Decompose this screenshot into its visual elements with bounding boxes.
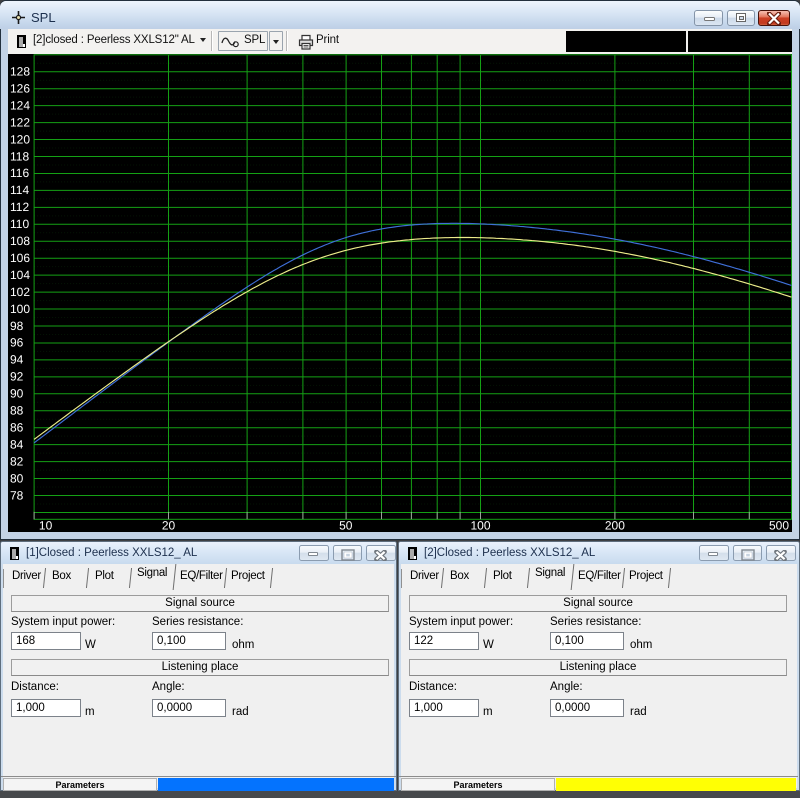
svg-text:50: 50 [339,518,353,532]
svg-text:100: 100 [10,301,30,315]
svg-text:10: 10 [39,518,53,532]
svg-text:90: 90 [10,386,24,400]
svg-text:104: 104 [10,267,30,281]
svg-text:86: 86 [10,420,24,434]
svg-text:126: 126 [10,81,30,95]
svg-text:110: 110 [10,217,29,231]
svg-text:118: 118 [10,149,29,163]
svg-text:92: 92 [10,369,24,383]
svg-text:100: 100 [470,518,490,532]
svg-text:80: 80 [10,471,24,485]
svg-text:102: 102 [10,284,30,298]
svg-text:78: 78 [10,488,24,502]
svg-text:106: 106 [10,251,30,265]
svg-text:124: 124 [10,98,30,112]
svg-text:20: 20 [162,518,176,532]
svg-text:122: 122 [10,115,30,129]
svg-text:84: 84 [10,437,24,451]
svg-text:120: 120 [10,132,30,146]
svg-text:116: 116 [10,166,29,180]
svg-text:112: 112 [10,200,29,214]
svg-text:96: 96 [10,335,24,349]
svg-text:82: 82 [10,454,24,468]
svg-text:88: 88 [10,403,24,417]
svg-text:500: 500 [769,518,789,532]
svg-text:94: 94 [10,352,24,366]
svg-text:98: 98 [10,318,24,332]
svg-text:128: 128 [10,64,30,78]
svg-text:114: 114 [10,183,29,197]
svg-text:200: 200 [605,518,625,532]
svg-text:108: 108 [10,234,30,248]
